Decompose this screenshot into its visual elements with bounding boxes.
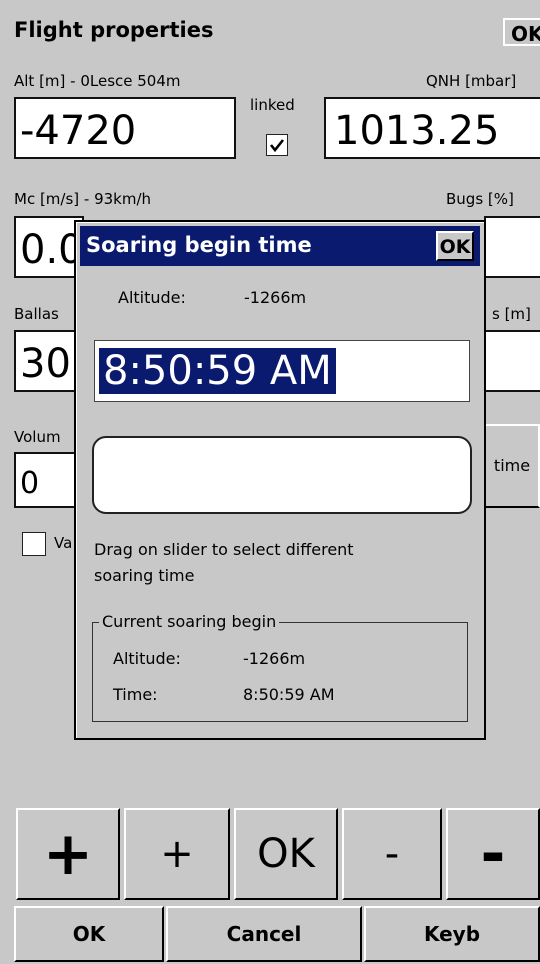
- soaring-time-field[interactable]: 8:50:59 AM: [94, 340, 470, 402]
- big-increase-button[interactable]: +: [16, 808, 120, 900]
- ballast-right-label: s [m]: [492, 305, 531, 323]
- checkmark-icon: [269, 139, 285, 153]
- hint-line-2: soaring time: [94, 566, 195, 585]
- stepper-ok-button[interactable]: OK: [234, 808, 338, 900]
- current-altitude-label: Altitude:: [113, 649, 181, 668]
- dialog-altitude-value: -1266m: [244, 288, 307, 307]
- linked-label: linked: [250, 96, 295, 114]
- volume-value: 0: [20, 466, 40, 501]
- volume-label: Volum: [14, 428, 61, 446]
- dialog-ok-button[interactable]: OK: [436, 231, 474, 261]
- dialog-title: Soaring begin time: [86, 233, 312, 257]
- window-title: Flight properties: [14, 18, 214, 42]
- soaring-time-value: 8:50:59 AM: [99, 348, 336, 394]
- ballast-label: Ballas: [14, 305, 59, 323]
- title-ok-button[interactable]: OK: [503, 18, 540, 46]
- current-time-label: Time:: [113, 685, 158, 704]
- dialog-title-bar: Soaring begin time OK: [80, 226, 480, 266]
- hint-line-1: Drag on slider to select different: [94, 540, 354, 559]
- qnh-value: 1013.25: [334, 108, 500, 154]
- decrease-button[interactable]: -: [342, 808, 442, 900]
- bugs-label: Bugs [%]: [446, 190, 514, 208]
- cancel-button[interactable]: Cancel: [166, 906, 362, 962]
- altitude-label: Alt [m] - 0Lesce 504m: [14, 72, 181, 90]
- dialog-altitude-label: Altitude:: [118, 288, 186, 307]
- current-soaring-legend: Current soaring begin: [99, 612, 280, 631]
- va-label: Va: [54, 534, 73, 552]
- increase-button[interactable]: +: [124, 808, 230, 900]
- ok-button[interactable]: OK: [14, 906, 164, 962]
- altitude-value: -4720: [20, 108, 137, 154]
- qnh-label: QNH [mbar]: [426, 72, 517, 90]
- mc-label: Mc [m/s] - 93km/h: [14, 190, 152, 208]
- time-button[interactable]: time: [484, 424, 540, 508]
- title-bar: Flight properties OK: [0, 0, 540, 62]
- soaring-time-slider[interactable]: [92, 436, 472, 514]
- keyboard-button[interactable]: Keyb: [364, 906, 540, 962]
- ballast-value: 30: [20, 341, 71, 387]
- qnh-field[interactable]: 1013.25: [324, 97, 540, 159]
- ballast-right-field[interactable]: [484, 330, 540, 392]
- va-checkbox[interactable]: [22, 532, 46, 556]
- big-decrease-button[interactable]: -: [446, 808, 540, 900]
- current-soaring-group: Current soaring begin Altitude: -1266m T…: [92, 612, 468, 722]
- current-time-value: 8:50:59 AM: [243, 685, 335, 704]
- altitude-field[interactable]: -4720: [14, 97, 236, 159]
- linked-checkbox[interactable]: [266, 134, 288, 156]
- soaring-begin-dialog: Soaring begin time OK Altitude: -1266m 8…: [74, 220, 486, 740]
- bugs-field[interactable]: [484, 216, 540, 278]
- current-altitude-value: -1266m: [243, 649, 306, 668]
